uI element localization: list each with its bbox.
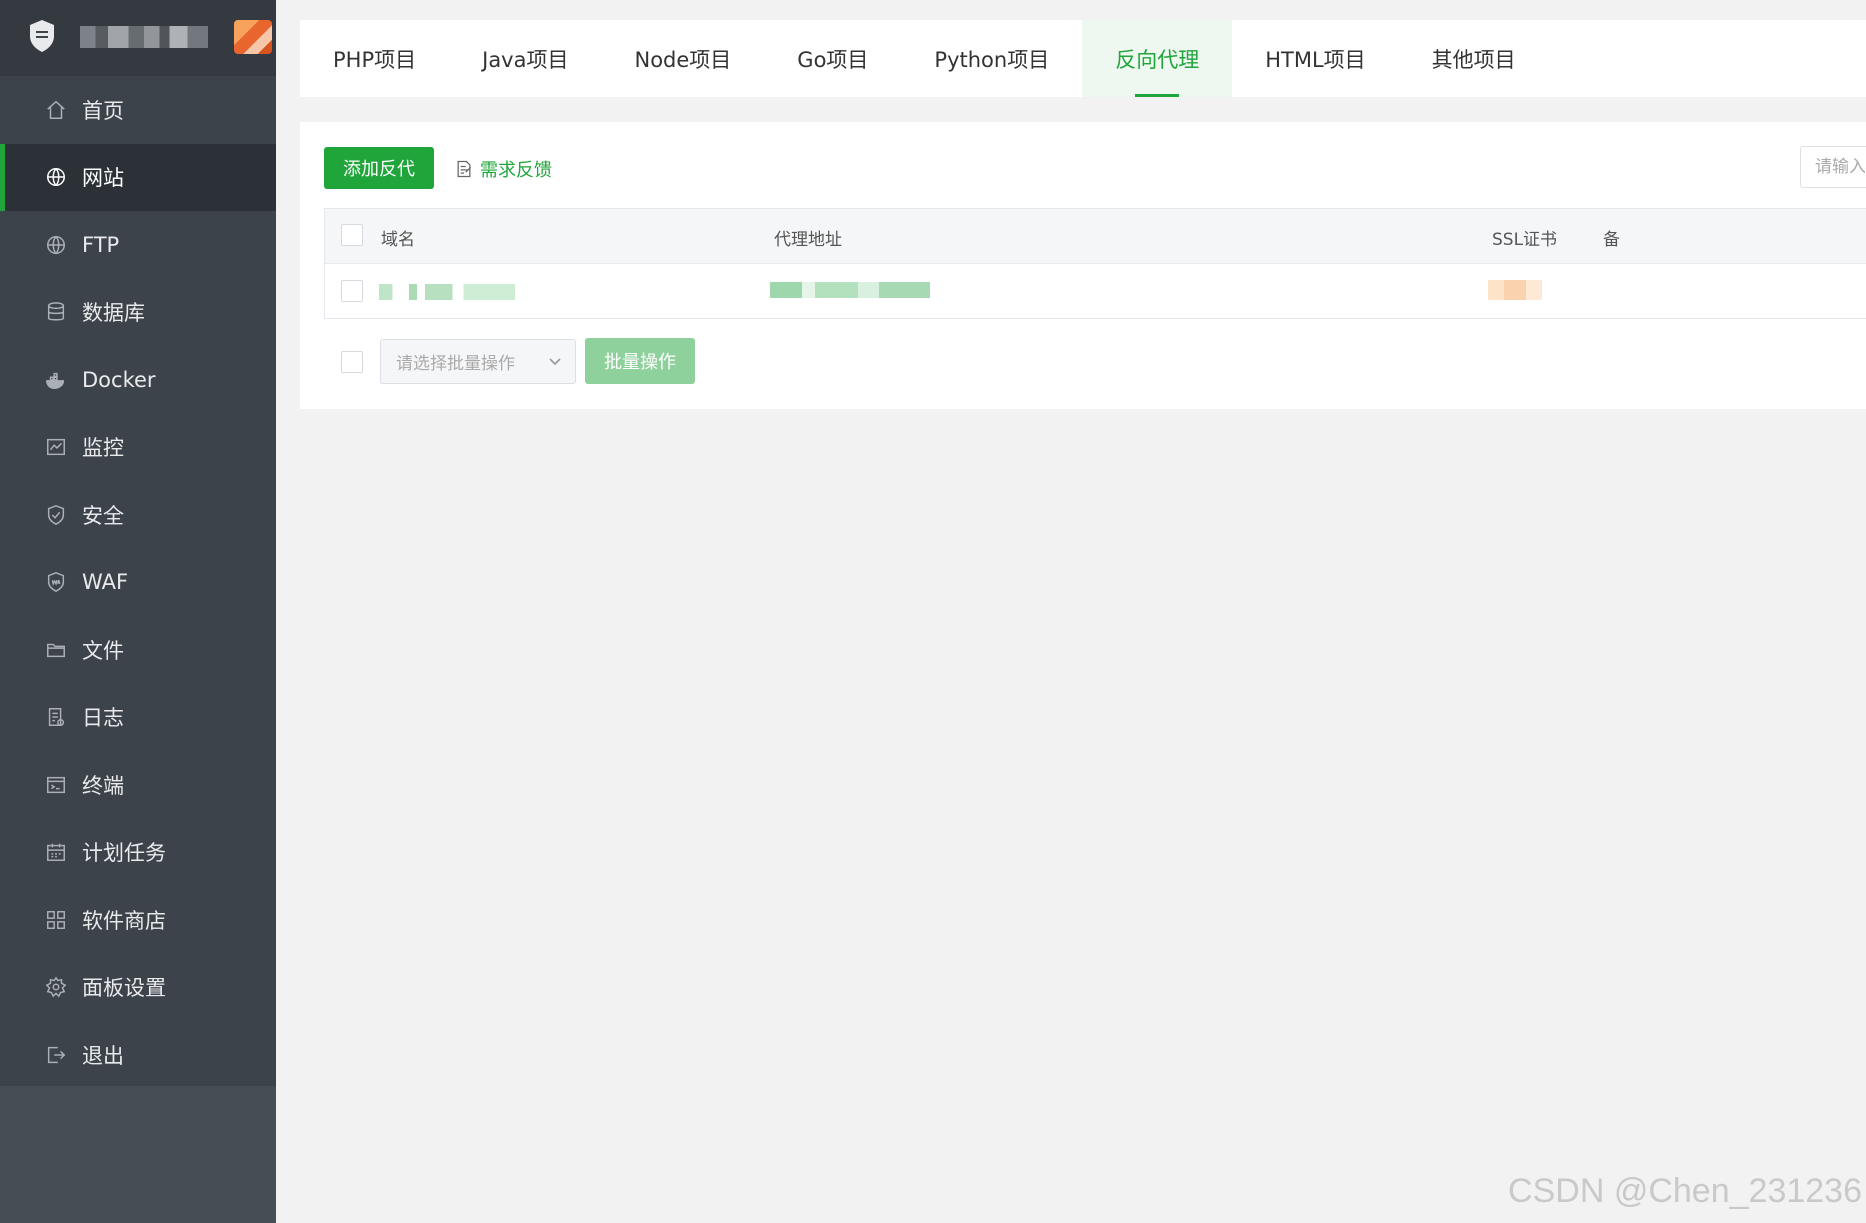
project-tabs: PHP项目 Java项目 Node项目 Go项目 Python项目 反向代理 H… bbox=[300, 20, 1866, 97]
sidebar-item-label: WAF bbox=[82, 570, 129, 595]
apps-icon bbox=[44, 908, 68, 932]
domain-blurred[interactable] bbox=[379, 284, 515, 300]
tab-php[interactable]: PHP项目 bbox=[300, 20, 449, 97]
sidebar-item-label: 安全 bbox=[82, 503, 124, 528]
gear-icon bbox=[44, 975, 68, 999]
watermark: CSDN @Chen_231236 bbox=[1508, 1172, 1862, 1210]
sidebar-item-ftp[interactable]: FTP bbox=[0, 211, 276, 279]
home-icon bbox=[44, 98, 68, 122]
sidebar-item-label: 面板设置 bbox=[82, 976, 166, 1001]
sidebar-item-files[interactable]: 文件 bbox=[0, 616, 276, 684]
sidebar-item-logout[interactable]: 退出 bbox=[0, 1021, 276, 1089]
tab-go[interactable]: Go项目 bbox=[764, 20, 901, 97]
ssl-status-blurred bbox=[1488, 280, 1542, 300]
column-proxy-address: 代理地址 bbox=[774, 230, 842, 250]
sidebar-item-label: 网站 bbox=[82, 166, 124, 191]
column-domain: 域名 bbox=[381, 230, 415, 250]
user-badge-icon[interactable] bbox=[234, 20, 272, 54]
tab-reverse-proxy[interactable]: 反向代理 bbox=[1082, 20, 1233, 97]
monitor-icon bbox=[44, 435, 68, 459]
sidebar-item-label: 退出 bbox=[82, 1043, 124, 1068]
proxy-table: 域名 代理地址 SSL证书 备 bbox=[324, 208, 1866, 319]
sidebar-item-label: FTP bbox=[82, 232, 120, 257]
bt-logo-icon bbox=[30, 20, 54, 52]
sidebar-item-label: 计划任务 bbox=[82, 841, 166, 866]
ftp-globe-icon bbox=[44, 233, 68, 257]
sidebar-item-security[interactable]: 安全 bbox=[0, 481, 276, 549]
calendar-icon bbox=[44, 840, 68, 864]
sidebar-item-label: 文件 bbox=[82, 638, 124, 663]
server-name-blurred bbox=[80, 26, 208, 48]
terminal-icon bbox=[44, 773, 68, 797]
sidebar-item-docker[interactable]: Docker bbox=[0, 346, 276, 414]
batch-operation-button[interactable]: 批量操作 bbox=[585, 338, 695, 384]
sidebar-item-terminal[interactable]: 终端 bbox=[0, 751, 276, 819]
sidebar-item-label: 监控 bbox=[82, 436, 124, 461]
sidebar-item-waf[interactable]: WAF bbox=[0, 549, 276, 617]
docker-icon bbox=[44, 368, 68, 392]
sidebar-item-label: Docker bbox=[82, 367, 156, 392]
tab-node[interactable]: Node项目 bbox=[601, 20, 764, 97]
sidebar: 首页 网站 FTP 数据库 Docker 监控 安全 WAF 文件 日志 终端 … bbox=[0, 0, 276, 1223]
sidebar-item-label: 数据库 bbox=[82, 301, 145, 326]
table-row[interactable] bbox=[325, 264, 1866, 319]
content-panel: 添加反代 需求反馈 域名 代理地址 SSL证书 备 请选择批量操作 批量操作 bbox=[300, 122, 1866, 409]
sidebar-item-label: 终端 bbox=[82, 773, 124, 798]
folder-icon bbox=[44, 638, 68, 662]
sidebar-item-home[interactable]: 首页 bbox=[0, 76, 276, 144]
chevron-down-icon bbox=[549, 358, 561, 366]
batch-select-placeholder: 请选择批量操作 bbox=[396, 354, 515, 374]
sidebar-item-label: 软件商店 bbox=[82, 908, 166, 933]
sidebar-item-website[interactable]: 网站 bbox=[0, 143, 276, 211]
sidebar-item-label: 首页 bbox=[82, 98, 124, 123]
proxy-address-blurred[interactable] bbox=[770, 282, 930, 298]
database-icon bbox=[44, 300, 68, 324]
sidebar-item-logs[interactable]: 日志 bbox=[0, 684, 276, 752]
column-ssl: SSL证书 bbox=[1492, 230, 1558, 250]
add-proxy-button[interactable]: 添加反代 bbox=[324, 147, 434, 189]
sidebar-item-label: 日志 bbox=[82, 706, 124, 731]
feedback-link[interactable]: 需求反馈 bbox=[454, 156, 552, 182]
sidebar-item-database[interactable]: 数据库 bbox=[0, 279, 276, 347]
footer-select-all-checkbox[interactable] bbox=[341, 351, 363, 373]
waf-shield-icon bbox=[44, 570, 68, 594]
tab-python[interactable]: Python项目 bbox=[901, 20, 1082, 97]
edit-note-icon bbox=[457, 160, 472, 178]
sidebar-item-cron[interactable]: 计划任务 bbox=[0, 819, 276, 887]
search-input[interactable] bbox=[1800, 146, 1866, 188]
globe-icon bbox=[44, 165, 68, 189]
tab-other[interactable]: 其他项目 bbox=[1399, 20, 1549, 97]
sidebar-nav: 首页 网站 FTP 数据库 Docker 监控 安全 WAF 文件 日志 终端 … bbox=[0, 76, 276, 1089]
logout-icon bbox=[44, 1043, 68, 1067]
select-all-checkbox[interactable] bbox=[341, 224, 363, 246]
sidebar-item-monitor[interactable]: 监控 bbox=[0, 414, 276, 482]
shield-icon bbox=[44, 503, 68, 527]
sidebar-lower-area bbox=[0, 1086, 276, 1223]
sidebar-item-app-store[interactable]: 软件商店 bbox=[0, 886, 276, 954]
feedback-label: 需求反馈 bbox=[480, 160, 552, 181]
column-remark: 备 bbox=[1603, 230, 1620, 250]
log-icon bbox=[44, 705, 68, 729]
logo-bar bbox=[0, 0, 276, 76]
tab-html[interactable]: HTML项目 bbox=[1232, 20, 1398, 97]
row-checkbox[interactable] bbox=[341, 280, 363, 302]
table-header: 域名 代理地址 SSL证书 备 bbox=[325, 209, 1866, 264]
tab-java[interactable]: Java项目 bbox=[449, 20, 601, 97]
sidebar-item-panel-settings[interactable]: 面板设置 bbox=[0, 954, 276, 1022]
batch-operation-select[interactable]: 请选择批量操作 bbox=[380, 339, 576, 384]
